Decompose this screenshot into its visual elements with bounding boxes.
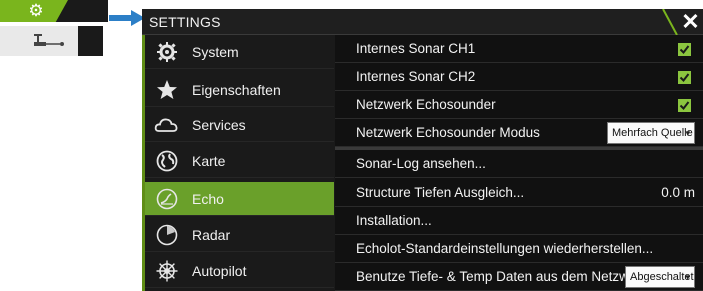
gear-icon[interactable]: ⚙ [27, 2, 45, 20]
chevron-down-icon: ▾ [685, 128, 690, 138]
radar-icon [156, 224, 178, 246]
category-item-radar[interactable]: Radar [145, 218, 334, 252]
option-label: Sonar-Log ansehen... [356, 156, 486, 171]
option-label: Benutze Tiefe- & Temp Daten aus dem Netz… [356, 269, 648, 284]
option-row-internes-sonar-ch1[interactable]: Internes Sonar CH1 [335, 35, 703, 63]
option-row-installation[interactable]: Installation... [335, 207, 703, 235]
dialog-title-bar: SETTINGS ✕ [142, 9, 703, 35]
star-icon [157, 80, 177, 99]
category-list: System Eigenschaften Services Karte Echo… [142, 35, 334, 291]
category-item-autopilot[interactable]: Autopilot [145, 254, 334, 288]
option-label: Internes Sonar CH1 [356, 41, 476, 56]
option-label: Netzwerk Echosounder [356, 97, 496, 112]
option-label: Structure Tiefen Ausgleich... [356, 185, 525, 200]
option-row-netzwerk-echosounder-modus[interactable]: Netzwerk Echosounder Modus Mehrfach Quel… [335, 119, 703, 147]
category-label: Autopilot [192, 263, 247, 279]
dropdown-value: Mehrfach Quelle [612, 127, 693, 139]
checkmark-icon [679, 101, 690, 111]
launcher-icon-strip [0, 26, 103, 56]
option-row-netzwerk-echosounder[interactable]: Netzwerk Echosounder [335, 91, 703, 119]
option-row-standardeinstellungen[interactable]: Echolot-Standardeinstellungen wiederhers… [335, 235, 703, 263]
category-label: Services [192, 117, 246, 133]
close-icon[interactable]: ✕ [678, 9, 703, 35]
checkmark-icon [679, 73, 690, 83]
category-label: Radar [192, 227, 231, 243]
mode-dropdown[interactable]: Mehrfach Quelle ▾ [607, 122, 695, 144]
checkbox-checked[interactable] [678, 99, 691, 112]
option-label: Installation... [356, 213, 432, 228]
checkbox-checked[interactable] [678, 71, 691, 84]
category-item-karte[interactable]: Karte [145, 144, 334, 178]
category-label: Echo [192, 191, 224, 207]
option-row-internes-sonar-ch2[interactable]: Internes Sonar CH2 [335, 63, 703, 91]
dropdown-value: Abgeschaltet [630, 271, 694, 283]
category-item-echo[interactable]: Echo [145, 182, 334, 216]
category-label: Karte [192, 153, 226, 169]
chevron-down-icon: ▾ [685, 272, 690, 282]
option-label: Internes Sonar CH2 [356, 69, 476, 84]
category-item-eigenschaften[interactable]: Eigenschaften [145, 73, 334, 107]
gear-icon [157, 42, 177, 62]
checkbox-checked[interactable] [678, 43, 691, 56]
option-value: 0.0 m [661, 185, 695, 200]
network-data-dropdown[interactable]: Abgeschaltet ▾ [625, 266, 695, 288]
category-item-services[interactable]: Services [145, 108, 334, 142]
dialog-title: SETTINGS [149, 14, 221, 30]
option-row-structure-tiefen-ausgleich[interactable]: Structure Tiefen Ausgleich... 0.0 m [335, 179, 703, 207]
option-label: Netzwerk Echosounder Modus [356, 125, 540, 140]
settings-dialog: SETTINGS ✕ System Eigenschaften Services… [142, 9, 703, 291]
arrow-right-icon [109, 10, 145, 26]
echo-icon [156, 188, 178, 210]
category-item-system[interactable]: System [145, 35, 334, 69]
option-label: Echolot-Standardeinstellungen wiederhers… [356, 241, 654, 256]
globe-icon [156, 150, 178, 172]
options-panel: Internes Sonar CH1 Internes Sonar CH2 Ne… [335, 35, 703, 291]
transducer-icon [34, 34, 64, 46]
option-row-tiefe-temp-netzwerk[interactable]: Benutze Tiefe- & Temp Daten aus dem Netz… [335, 263, 703, 291]
option-row-sonar-log[interactable]: Sonar-Log ansehen... [335, 150, 703, 178]
cloud-icon [154, 118, 178, 132]
category-label: Eigenschaften [192, 82, 281, 98]
launcher-panel: ⚙ [0, 0, 108, 58]
helm-icon [156, 260, 178, 282]
category-label: System [192, 44, 239, 60]
checkmark-icon [679, 45, 690, 55]
